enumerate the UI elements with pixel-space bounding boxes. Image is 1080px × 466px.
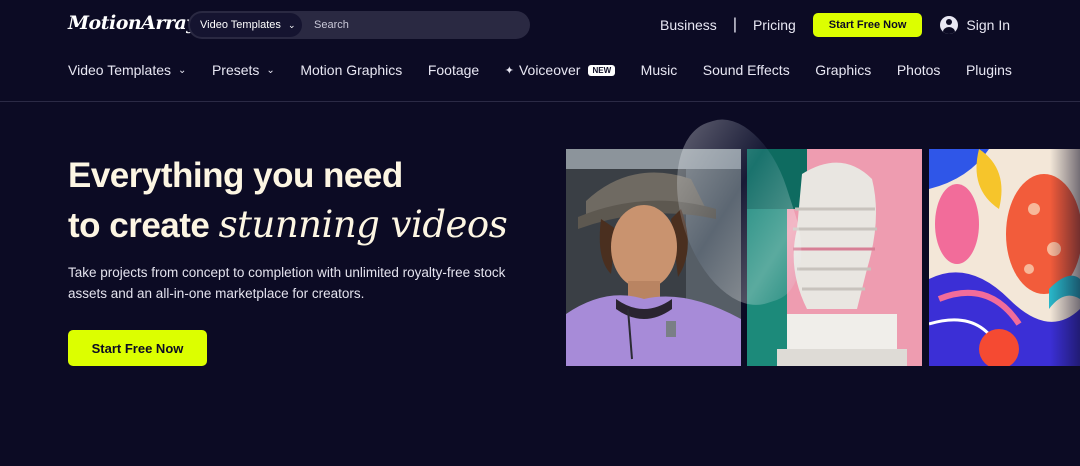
chevron-down-icon: ⌄ — [178, 64, 187, 76]
sparkle-icon: ✦ — [504, 64, 514, 77]
nav-item-graphics[interactable]: Graphics — [815, 62, 871, 78]
nav-item-plugins[interactable]: Plugins — [966, 62, 1012, 78]
search-category-dropdown[interactable]: Video Templates ⌄ — [190, 13, 302, 37]
new-badge: NEW — [588, 64, 616, 76]
nav-item-label: Video Templates — [68, 62, 171, 78]
headline-line-1: Everything you need — [68, 156, 403, 195]
nav-item-music[interactable]: Music — [641, 62, 678, 78]
pricing-link[interactable]: Pricing — [753, 17, 796, 33]
headline-plain-text: to create — [68, 206, 210, 245]
headline-line-2: to create stunning videos — [68, 199, 508, 252]
nav-item-sound-effects[interactable]: Sound Effects — [703, 62, 790, 78]
right-edge-fade — [1050, 102, 1080, 466]
chevron-down-icon: ⌄ — [266, 64, 275, 76]
nav-item-video-templates[interactable]: Video Templates ⌄ — [68, 62, 186, 78]
link-separator: | — [732, 16, 737, 33]
nav-item-voiceover[interactable]: ✦ Voiceover NEW — [504, 62, 616, 78]
category-nav: Video Templates ⌄ Presets ⌄ Motion Graph… — [68, 62, 1012, 98]
hero-headline: Everything you need to create stunning v… — [68, 153, 508, 252]
nav-item-label: Presets — [211, 62, 260, 78]
nav-item-presets[interactable]: Presets ⌄ — [212, 62, 275, 78]
search-input[interactable] — [308, 15, 518, 35]
user-account-icon — [940, 16, 959, 34]
hero-start-free-button[interactable]: Start Free Now — [68, 330, 207, 366]
search-bar: Video Templates ⌄ — [188, 11, 530, 39]
nav-item-label: Music — [640, 62, 678, 78]
header-start-free-button[interactable]: Start Free Now — [812, 13, 923, 37]
search-category-label: Video Templates — [200, 19, 281, 31]
nav-item-photos[interactable]: Photos — [897, 62, 941, 78]
nav-divider — [0, 101, 1080, 102]
nav-item-footage[interactable]: Footage — [428, 62, 479, 78]
hero-subtext: Take projects from concept to completion… — [68, 265, 506, 301]
headline-italic-text: stunning videos — [218, 203, 508, 246]
nav-item-motion-graphics[interactable]: Motion Graphics — [300, 62, 402, 78]
sign-in-link[interactable]: Sign In — [940, 16, 1010, 34]
nav-item-label: Plugins — [965, 62, 1012, 78]
sign-in-label: Sign In — [966, 17, 1010, 33]
nav-item-label: Graphics — [815, 62, 872, 78]
top-bar: MotionArray Video Templates ⌄ Business |… — [0, 0, 1080, 50]
top-right-actions: Business | Pricing Start Free Now Sign I… — [660, 13, 1010, 37]
nav-item-label: Motion Graphics — [300, 62, 403, 78]
nav-item-label: Footage — [427, 62, 480, 78]
chevron-down-icon: ⌄ — [287, 19, 296, 30]
nav-item-label: Voiceover — [518, 62, 581, 78]
motionarray-logo[interactable]: MotionArray — [68, 12, 197, 34]
business-link[interactable]: Business — [660, 17, 717, 33]
nav-item-label: Photos — [896, 62, 941, 78]
nav-item-label: Sound Effects — [702, 62, 790, 78]
